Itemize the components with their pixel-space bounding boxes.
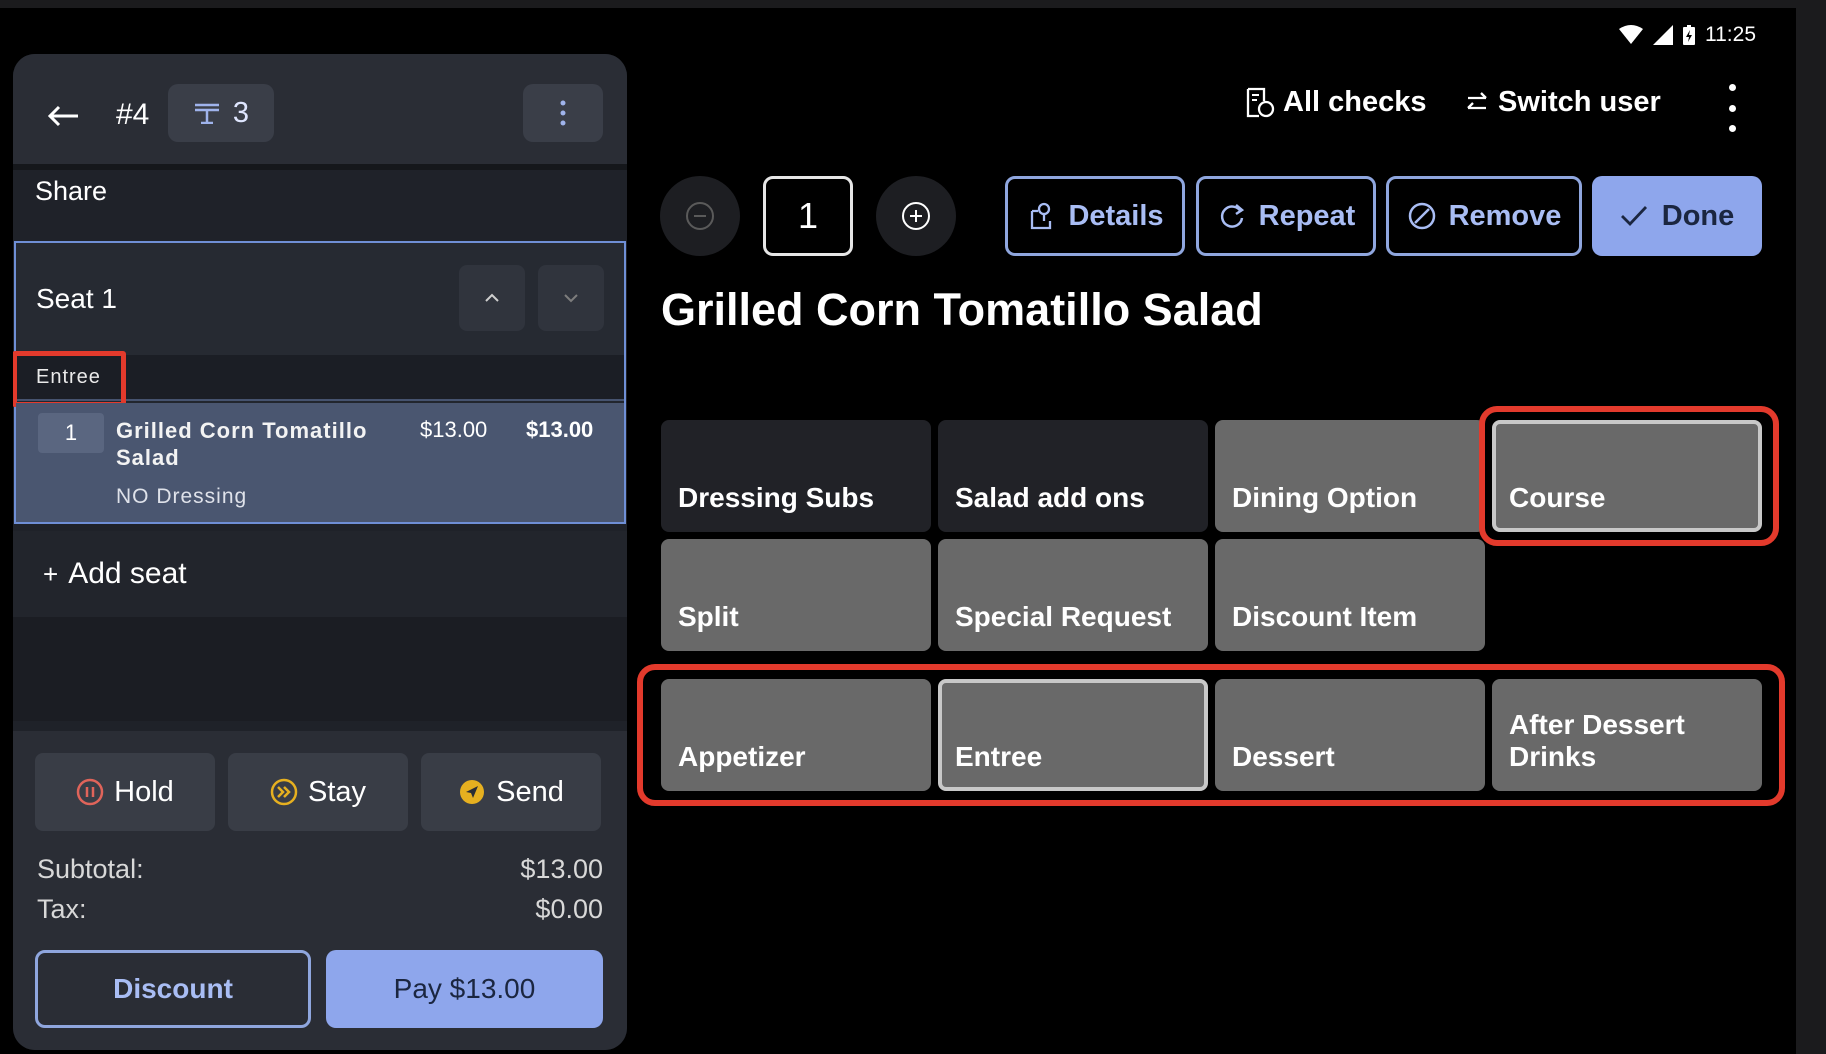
seat-expand-button[interactable] <box>538 265 604 331</box>
item-title: Grilled Corn Tomatillo Salad <box>661 284 1263 335</box>
device-screen: 11:25 #4 3 Share Seat 1 Entree 1 Grilled… <box>0 8 1796 1054</box>
remove-button[interactable]: Remove <box>1386 176 1582 256</box>
modifier-label: Dressing Subs <box>678 482 875 513</box>
seat-card: Seat 1 Entree 1 Grilled Corn Tomatillo S… <box>13 241 626 524</box>
details-label: Details <box>1068 199 1164 232</box>
status-time: 11:25 <box>1705 23 1756 46</box>
chevron-up-icon <box>485 293 499 302</box>
details-button[interactable]: Details <box>1005 176 1185 256</box>
increase-quantity-button[interactable] <box>876 176 956 256</box>
discount-button[interactable]: Discount <box>35 950 311 1028</box>
table-chip[interactable]: 3 <box>168 84 274 142</box>
send-label: Send <box>496 775 564 808</box>
highlight-course-options <box>637 664 1785 806</box>
order-item-row[interactable]: 1 Grilled Corn Tomatillo Salad $13.00 $1… <box>16 403 624 522</box>
switch-user-label: Switch user <box>1498 86 1661 118</box>
fast-forward-icon <box>270 778 298 806</box>
swap-icon <box>1467 91 1487 109</box>
plus-circle-icon <box>902 202 930 230</box>
more-vertical-icon <box>560 100 566 126</box>
item-total-price: $13.00 <box>526 417 594 442</box>
empty-seat-area <box>13 617 627 721</box>
add-seat-label: Add seat <box>68 557 187 590</box>
modifier-label: Salad add ons <box>955 482 1145 513</box>
all-checks-label: All checks <box>1283 86 1427 118</box>
seat-collapse-button[interactable] <box>459 265 525 331</box>
discount-label: Discount <box>113 973 233 1004</box>
modifier-split[interactable]: Split <box>661 539 931 651</box>
send-button[interactable]: Send <box>421 753 601 831</box>
item-modifier: NO Dressing <box>116 485 248 508</box>
pay-button[interactable]: Pay $13.00 <box>326 950 603 1028</box>
dot-icon <box>1728 125 1736 132</box>
share-row[interactable]: Share <box>13 164 627 236</box>
seat-header: Seat 1 <box>16 243 624 355</box>
highlight-course-label <box>13 351 126 407</box>
plus-icon: + <box>43 558 59 589</box>
modifier-dressing-subs[interactable]: Dressing Subs <box>661 420 931 532</box>
minus-circle-icon <box>686 202 714 230</box>
check-number: #4 <box>116 98 150 131</box>
back-arrow-icon <box>48 105 78 127</box>
remove-label: Remove <box>1448 199 1562 232</box>
tax-value: $0.00 <box>535 894 603 924</box>
subtotal-value: $13.00 <box>520 854 603 884</box>
send-icon <box>460 780 485 804</box>
more-options-button[interactable] <box>1720 84 1744 132</box>
decrease-quantity-button[interactable] <box>660 176 740 256</box>
pause-icon <box>76 778 104 806</box>
modifier-label: Dining Option <box>1232 482 1418 513</box>
modifier-discount-item[interactable]: Discount Item <box>1215 539 1485 651</box>
wifi-icon <box>1619 25 1643 44</box>
status-bar: 11:25 <box>1619 18 1756 52</box>
item-quantity: 1 <box>38 413 104 453</box>
receipt-icon <box>1246 87 1275 117</box>
share-label: Share <box>35 176 108 206</box>
hold-button[interactable]: Hold <box>35 753 215 831</box>
stay-button[interactable]: Stay <box>228 753 408 831</box>
subtotal-label: Subtotal: <box>37 854 144 884</box>
battery-icon <box>1683 25 1695 45</box>
check-header: #4 3 <box>13 54 627 164</box>
dot-icon <box>1728 84 1736 91</box>
check-panel: #4 3 Share Seat 1 Entree 1 Grilled Corn … <box>13 54 627 1050</box>
item-name: Grilled Corn Tomatillo Salad <box>116 418 368 470</box>
modifier-label: Special Request <box>955 601 1172 632</box>
modifier-salad-add-ons[interactable]: Salad add ons <box>938 420 1208 532</box>
item-unit-price: $13.00 <box>420 417 488 442</box>
chevron-down-icon <box>564 294 578 303</box>
modifier-label: Split <box>678 601 739 632</box>
done-label: Done <box>1661 199 1735 232</box>
check-icon <box>1620 206 1647 227</box>
modifier-special-request[interactable]: Special Request <box>938 539 1208 651</box>
quantity-value: 1 <box>797 195 819 236</box>
stay-label: Stay <box>307 775 367 808</box>
repeat-button[interactable]: Repeat <box>1196 176 1376 256</box>
repeat-label: Repeat <box>1258 199 1356 232</box>
switch-user-button[interactable]: Switch user <box>1464 86 1661 119</box>
signal-icon <box>1653 25 1673 45</box>
check-footer: Hold Stay Send Subtotal: $13.00 Tax: $0.… <box>13 731 627 1050</box>
quantity-field[interactable]: 1 <box>763 176 853 256</box>
repeat-icon <box>1220 204 1244 228</box>
details-icon <box>1031 202 1052 230</box>
remove-icon <box>1408 202 1435 230</box>
highlight-course-button <box>1479 406 1779 546</box>
all-checks-button[interactable]: All checks <box>1245 86 1426 119</box>
add-seat-button[interactable]: + Add seat <box>13 531 627 617</box>
tax-label: Tax: <box>37 894 87 924</box>
back-button[interactable] <box>43 96 85 136</box>
dot-icon <box>1728 104 1736 112</box>
modifier-dining-option[interactable]: Dining Option <box>1215 420 1485 532</box>
modifier-label: Discount Item <box>1232 601 1418 632</box>
table-number: 3 <box>232 96 250 129</box>
check-menu-button[interactable] <box>523 84 603 142</box>
table-icon <box>194 103 219 124</box>
pay-label: Pay $13.00 <box>393 973 536 1004</box>
seat-label: Seat 1 <box>36 283 117 314</box>
done-button[interactable]: Done <box>1592 176 1762 256</box>
hold-label: Hold <box>114 775 174 808</box>
